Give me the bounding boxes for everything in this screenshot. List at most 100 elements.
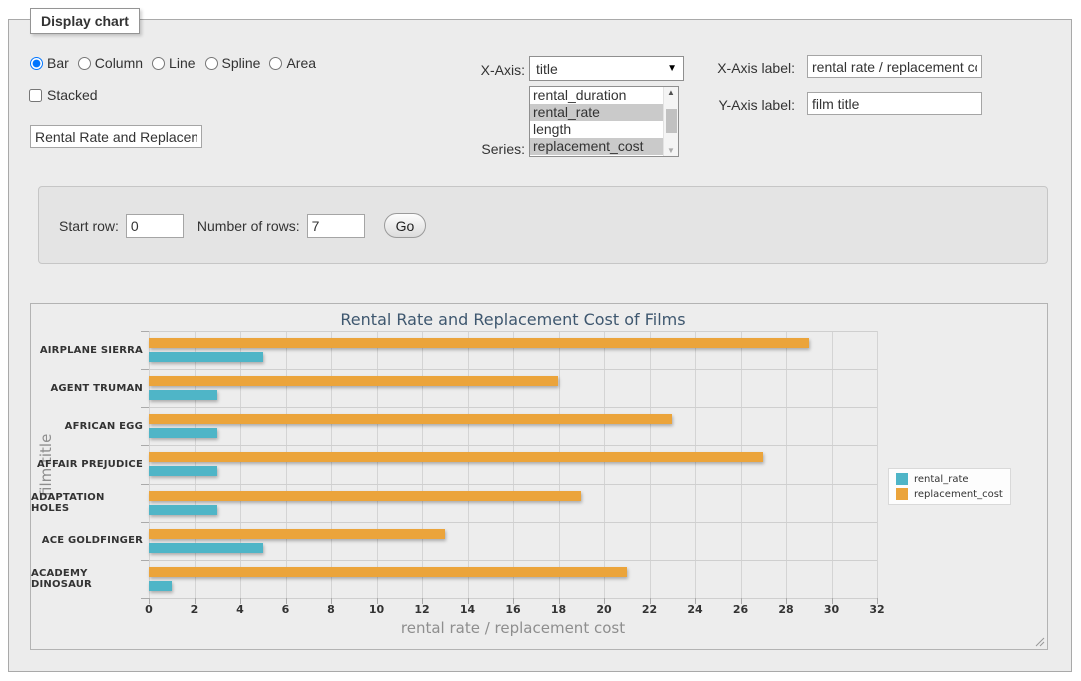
x-axis-select-label: X-Axis: (445, 62, 525, 78)
legend-item-rental_rate[interactable]: rental_rate (896, 473, 1003, 485)
chart-type-radio-area[interactable] (269, 57, 282, 70)
legend-item-replacement_cost[interactable]: replacement_cost (896, 488, 1003, 500)
bar-replacement_cost[interactable] (149, 529, 445, 539)
number-of-rows-input[interactable] (307, 214, 365, 238)
category-label: ACE GOLDFINGER (31, 522, 143, 560)
x-axis-selected-value: title (536, 61, 667, 77)
start-row-input[interactable] (126, 214, 184, 238)
series-option-rental_rate[interactable]: rental_rate (530, 104, 663, 121)
bar-replacement_cost[interactable] (149, 567, 627, 577)
bar-row-african-egg (149, 407, 877, 445)
scrollbar-thumb[interactable] (666, 109, 677, 133)
bar-replacement_cost[interactable] (149, 491, 581, 501)
go-button[interactable]: Go (384, 213, 427, 238)
bar-row-airplane-sierra (149, 331, 877, 369)
stacked-checkbox[interactable] (29, 89, 42, 102)
x-axis-tick-label: 12 (407, 603, 437, 616)
chart-type-radio-bar[interactable] (30, 57, 43, 70)
series-scrollbar[interactable]: ▲ ▼ (663, 87, 678, 156)
chart-type-option-bar: Bar (30, 55, 69, 71)
chart-type-option-column: Column (78, 55, 143, 71)
bar-row-academy-dinosaur (149, 560, 877, 598)
stacked-label: Stacked (47, 87, 98, 103)
chart-type-label: Line (169, 55, 195, 71)
bar-rental_rate[interactable] (149, 466, 217, 476)
x-axis-label-input[interactable] (807, 55, 982, 78)
chevron-down-icon: ▼ (667, 63, 677, 74)
category-axis-labels: AIRPLANE SIERRAAGENT TRUMANAFRICAN EGGAF… (31, 331, 143, 598)
legend-label: replacement_cost (914, 489, 1003, 500)
chart-title-input[interactable] (30, 125, 202, 148)
y-axis-tick (141, 369, 149, 370)
bar-row-agent-truman (149, 369, 877, 407)
bar-row-adaptation-holes (149, 484, 877, 522)
chart-type-radio-group: Bar Column Line Spline Area (30, 55, 316, 71)
series-option-length[interactable]: length (530, 121, 663, 138)
x-axis-tick-label: 26 (726, 603, 756, 616)
resize-grip-icon[interactable] (1034, 636, 1045, 647)
vertical-gridline (877, 331, 878, 598)
legend-label: rental_rate (914, 474, 969, 485)
x-axis-tick-label: 10 (362, 603, 392, 616)
scroll-up-icon[interactable]: ▲ (664, 88, 678, 97)
chart-container: Rental Rate and Replacement Cost of Film… (30, 303, 1048, 650)
chart-type-label: Area (286, 55, 316, 71)
x-axis-title: rental rate / replacement cost (149, 619, 877, 637)
x-axis-tick-label: 4 (225, 603, 255, 616)
x-axis-tick-label: 2 (180, 603, 210, 616)
chart-type-label: Bar (47, 55, 69, 71)
x-axis-tick-label: 22 (635, 603, 665, 616)
series-listbox[interactable]: rental_durationrental_ratelengthreplacem… (529, 86, 679, 157)
x-axis-tick-label: 32 (862, 603, 892, 616)
category-label: AIRPLANE SIERRA (31, 331, 143, 369)
chart-type-radio-line[interactable] (152, 57, 165, 70)
series-option-rental_duration[interactable]: rental_duration (530, 87, 663, 104)
x-axis-tick-label: 20 (589, 603, 619, 616)
number-of-rows-label: Number of rows: (197, 218, 300, 234)
category-label: ACADEMY DINOSAUR (31, 560, 143, 598)
stacked-row: Stacked (29, 87, 98, 103)
y-axis-tick (141, 522, 149, 523)
chart-legend: rental_rate replacement_cost (888, 468, 1011, 505)
y-axis-tick (141, 598, 149, 599)
chart-type-option-spline: Spline (205, 55, 261, 71)
series-option-replacement_cost[interactable]: replacement_cost (530, 138, 663, 155)
bar-replacement_cost[interactable] (149, 414, 672, 424)
fieldset-legend: Display chart (30, 8, 140, 34)
legend-swatch (896, 473, 908, 485)
bar-rental_rate[interactable] (149, 428, 217, 438)
x-axis-tick-label: 28 (771, 603, 801, 616)
bar-replacement_cost[interactable] (149, 338, 809, 348)
bar-rental_rate[interactable] (149, 505, 217, 515)
series-list-label: Series: (445, 141, 525, 157)
x-axis-tick-label: 30 (817, 603, 847, 616)
series-options: rental_durationrental_ratelengthreplacem… (530, 87, 663, 156)
legend-swatch (896, 488, 908, 500)
bar-rental_rate[interactable] (149, 543, 263, 553)
chart-type-option-line: Line (152, 55, 195, 71)
y-axis-tick (141, 407, 149, 408)
chart-type-radio-spline[interactable] (205, 57, 218, 70)
category-label: AFRICAN EGG (31, 407, 143, 445)
bar-rental_rate[interactable] (149, 352, 263, 362)
bar-replacement_cost[interactable] (149, 452, 763, 462)
chart-title: Rental Rate and Replacement Cost of Film… (149, 310, 877, 329)
x-axis-tick-label: 14 (453, 603, 483, 616)
bar-replacement_cost[interactable] (149, 376, 558, 386)
x-axis-tick-label: 18 (544, 603, 574, 616)
bar-rental_rate[interactable] (149, 390, 217, 400)
x-axis-label-field-label: X-Axis label: (710, 60, 795, 76)
bar-rental_rate[interactable] (149, 581, 172, 591)
x-axis-tick-label: 24 (680, 603, 710, 616)
x-axis-tick-label: 16 (498, 603, 528, 616)
chart-type-radio-column[interactable] (78, 57, 91, 70)
scroll-down-icon[interactable]: ▼ (664, 146, 678, 155)
y-axis-label-input[interactable] (807, 92, 982, 115)
x-axis-select[interactable]: title ▼ (529, 56, 684, 81)
y-axis-label-field-label: Y-Axis label: (710, 97, 795, 113)
y-axis-tick (141, 445, 149, 446)
chart-type-label: Spline (222, 55, 261, 71)
row-range-panel: Start row: Number of rows: Go (38, 186, 1048, 264)
chart-type-option-area: Area (269, 55, 316, 71)
bar-series-area (149, 331, 877, 598)
